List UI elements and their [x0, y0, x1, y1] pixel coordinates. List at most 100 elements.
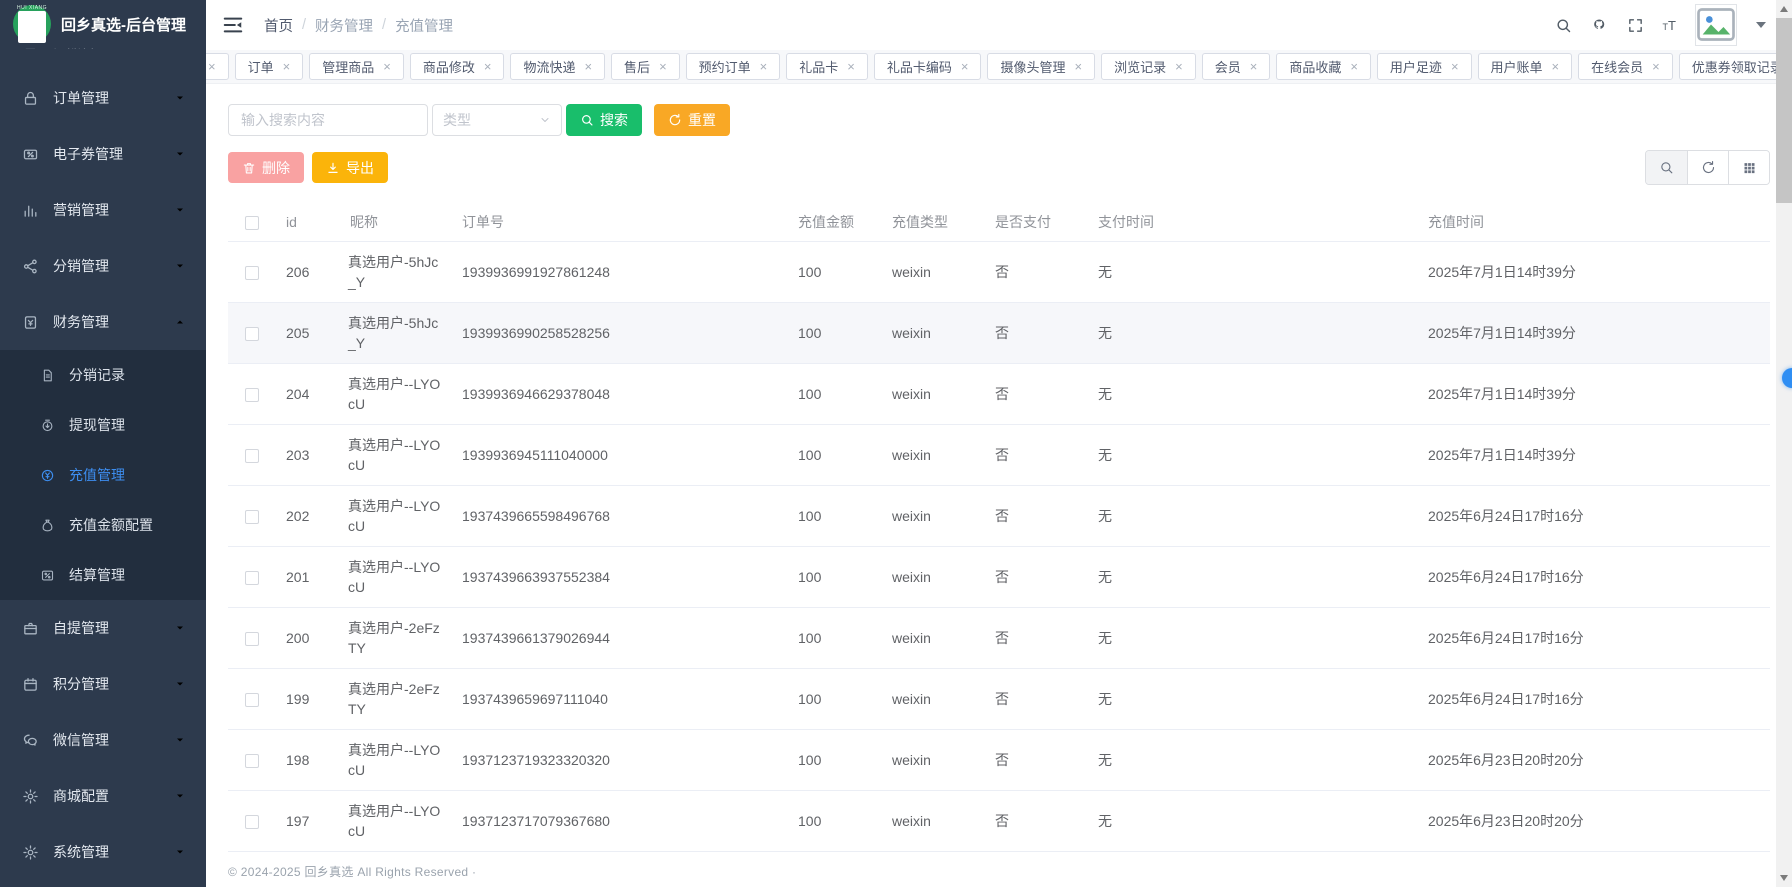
row-checkbox[interactable] [245, 754, 259, 768]
tab-close-icon[interactable]: × [1350, 60, 1358, 73]
scrollbar-up-arrow-icon[interactable] [1780, 6, 1788, 12]
fullscreen-icon[interactable] [1627, 17, 1644, 34]
column-header-id[interactable]: id [276, 203, 340, 241]
column-header-充值类型[interactable]: 充值类型 [882, 203, 985, 241]
column-header-订单号[interactable]: 订单号 [452, 203, 788, 241]
tab-close-icon[interactable]: × [1552, 60, 1560, 73]
tab-close-icon[interactable]: × [208, 60, 216, 73]
search-input[interactable] [228, 104, 428, 136]
vertical-scrollbar[interactable] [1776, 0, 1792, 887]
table-row-206[interactable]: 206真选用户-5hJc_Y1939936991927861248100weix… [228, 241, 1770, 302]
row-checkbox[interactable] [245, 632, 259, 646]
sidebar-item-系统管理[interactable]: 系统管理 [0, 824, 206, 880]
tab-close-icon[interactable]: × [961, 60, 969, 73]
tab-close-icon[interactable]: × [283, 60, 291, 73]
row-checkbox[interactable] [245, 449, 259, 463]
table-row-201[interactable]: 201真选用户--LYOcU1937439663937552384100weix… [228, 546, 1770, 607]
sidebar-item-微信管理[interactable]: 微信管理 [0, 712, 206, 768]
tab-摄像头管理[interactable]: 摄像头管理× [987, 53, 1095, 80]
tab-管理商品[interactable]: 管理商品× [309, 53, 404, 80]
column-header-是否支付[interactable]: 是否支付 [985, 203, 1088, 241]
tab-用户足迹[interactable]: 用户足迹× [1377, 53, 1472, 80]
row-checkbox[interactable] [245, 266, 259, 280]
row-checkbox[interactable] [245, 815, 259, 829]
table-refresh-button[interactable] [1687, 151, 1728, 184]
export-button[interactable]: 导出 [312, 152, 388, 183]
menu-fold-icon[interactable] [222, 14, 244, 36]
column-header-支付时间[interactable]: 支付时间 [1088, 203, 1418, 241]
tab-close-icon[interactable]: × [1175, 60, 1183, 73]
sidebar-subitem-提现管理[interactable]: 提现管理 [0, 400, 206, 450]
tab-close-icon[interactable]: × [847, 60, 855, 73]
tab-礼品卡[interactable]: 礼品卡× [786, 53, 868, 80]
tab-订单[interactable]: 订单× [235, 53, 304, 80]
row-checkbox[interactable] [245, 510, 259, 524]
table-columns-button[interactable] [1728, 151, 1769, 184]
sidebar-item-订单管理[interactable]: 订单管理 [0, 70, 206, 126]
row-checkbox[interactable] [245, 388, 259, 402]
row-checkbox[interactable] [245, 327, 259, 341]
tab-会员[interactable]: 会员× [1202, 53, 1271, 80]
tab-close-icon[interactable]: × [1652, 60, 1660, 73]
tab-售后[interactable]: 售后× [611, 53, 680, 80]
tab-close-icon[interactable]: × [1451, 60, 1459, 73]
tab-预约订单[interactable]: 预约订单× [686, 53, 781, 80]
sidebar-subitem-分销记录[interactable]: 分销记录 [0, 350, 206, 400]
tab-close-icon[interactable]: × [659, 60, 667, 73]
tab-close-icon[interactable]: × [383, 60, 391, 73]
column-header-充值金额[interactable]: 充值金额 [788, 203, 882, 241]
search-icon[interactable] [1555, 17, 1572, 34]
tab-close-icon[interactable]: × [760, 60, 768, 73]
type-select[interactable]: 类型 [432, 104, 562, 136]
table-row-202[interactable]: 202真选用户--LYOcU1937439665598496768100weix… [228, 485, 1770, 546]
sidebar-item-商城配置[interactable]: 商城配置 [0, 768, 206, 824]
row-checkbox[interactable] [245, 693, 259, 707]
table-row-200[interactable]: 200真选用户-2eFzTY1937439661379026944100weix… [228, 607, 1770, 668]
sidebar-item-分销管理[interactable]: 分销管理 [0, 238, 206, 294]
sidebar-item-自提管理[interactable]: 自提管理 [0, 600, 206, 656]
sidebar-item-营销管理[interactable]: 营销管理 [0, 182, 206, 238]
github-icon[interactable] [1591, 17, 1608, 34]
table-row-199[interactable]: 199真选用户-2eFzTY1937439659697111040100weix… [228, 668, 1770, 729]
sidebar-item-电子券管理[interactable]: 电子券管理 [0, 126, 206, 182]
tab-用户账单[interactable]: 用户账单× [1478, 53, 1573, 80]
tab-礼品卡编码[interactable]: 礼品卡编码× [874, 53, 982, 80]
column-header-充值时间[interactable]: 充值时间 [1418, 203, 1770, 241]
table-row-203[interactable]: 203真选用户--LYOcU1939936945111040000100weix… [228, 424, 1770, 485]
tab-close-icon[interactable]: × [1250, 60, 1258, 73]
tab-close-icon[interactable]: × [584, 60, 592, 73]
scrollbar-thumb[interactable] [1776, 18, 1792, 203]
sidebar-subitem-充值金额配置[interactable]: 充值金额配置 [0, 500, 206, 550]
tab-商品收藏[interactable]: 商品收藏× [1276, 53, 1371, 80]
table-row-205[interactable]: 205真选用户-5hJc_Y1939936990258528256100weix… [228, 302, 1770, 363]
breadcrumb-item-充值管理[interactable]: 充值管理 [395, 15, 453, 36]
tab-在线会员[interactable]: 在线会员× [1578, 53, 1673, 80]
table-row-197[interactable]: 197真选用户--LYOcU1937123717079367680100weix… [228, 790, 1770, 851]
row-checkbox[interactable] [245, 571, 259, 585]
caret-down-icon[interactable] [1756, 22, 1766, 28]
reset-button[interactable]: 重置 [654, 104, 730, 136]
sidebar-item-积分管理[interactable]: 积分管理 [0, 656, 206, 712]
table-row-204[interactable]: 204真选用户--LYOcU1939936946629378048100weix… [228, 363, 1770, 424]
tab-商品修改[interactable]: 商品修改× [410, 53, 505, 80]
sidebar-subitem-充值管理[interactable]: 充值管理 [0, 450, 206, 500]
select-all-checkbox[interactable] [245, 216, 259, 230]
scrollbar-down-arrow-icon[interactable] [1780, 875, 1788, 881]
sidebar-item-财务管理[interactable]: 财务管理 [0, 294, 206, 350]
delete-button[interactable]: 删除 [228, 152, 304, 183]
breadcrumb-item-财务管理[interactable]: 财务管理 [315, 15, 373, 36]
tab-close-icon[interactable]: × [1075, 60, 1083, 73]
tab-记录[interactable]: 记录× [206, 53, 229, 80]
table-search-toggle-button[interactable] [1646, 151, 1687, 184]
tab-close-icon[interactable]: × [484, 60, 492, 73]
sidebar-subitem-结算管理[interactable]: 结算管理 [0, 550, 206, 600]
breadcrumb-item-首页[interactable]: 首页 [264, 15, 293, 36]
search-button[interactable]: 搜索 [566, 104, 642, 136]
table-row-198[interactable]: 198真选用户--LYOcU1937123719323320320100weix… [228, 729, 1770, 790]
tab-优惠券领取记录[interactable]: 优惠券领取记录× [1679, 53, 1792, 80]
column-header-昵称[interactable]: 昵称 [340, 203, 452, 241]
font-size-icon[interactable]: TT [1663, 18, 1676, 33]
tab-物流快递[interactable]: 物流快递× [510, 53, 605, 80]
tab-浏览记录[interactable]: 浏览记录× [1101, 53, 1196, 80]
avatar[interactable] [1695, 4, 1737, 46]
